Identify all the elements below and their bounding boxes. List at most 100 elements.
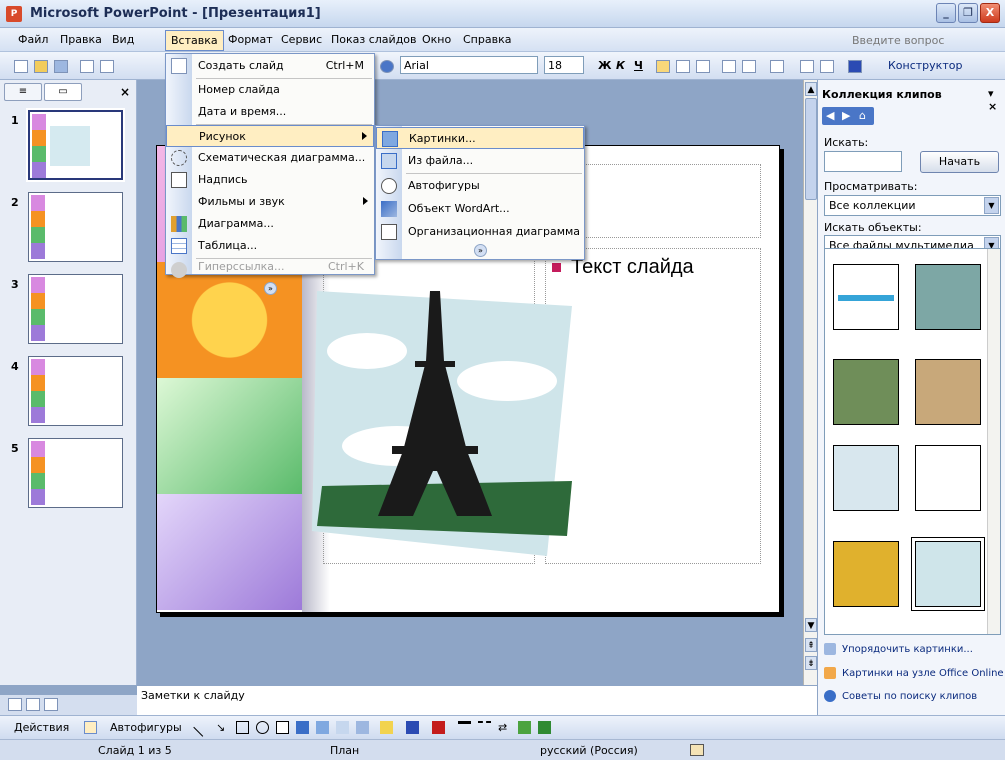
menu-item-new-slide[interactable]: Создать слайд Ctrl+M xyxy=(166,55,374,77)
clip-photographer-image[interactable] xyxy=(915,264,981,330)
normal-view-icon[interactable] xyxy=(8,698,22,711)
home-icon[interactable]: ⌂ xyxy=(859,109,866,122)
clip-eiffel-tower-image[interactable] xyxy=(915,541,981,607)
menu-item-picture[interactable]: Рисунок xyxy=(166,125,374,147)
arrow-style-icon[interactable]: ⇄ xyxy=(498,721,511,734)
task-pane-close-icon[interactable]: ▾ × xyxy=(988,87,1005,113)
chevron-down-icon[interactable]: ▼ xyxy=(984,197,999,214)
font-color-icon[interactable] xyxy=(848,60,862,73)
diagram-icon[interactable] xyxy=(316,721,329,734)
new-icon[interactable] xyxy=(14,60,28,73)
tab-slides[interactable]: ▭ xyxy=(44,83,82,101)
menu-item-date-time[interactable]: Дата и время... xyxy=(166,101,374,123)
font-color-icon[interactable] xyxy=(432,721,445,734)
shadow-icon[interactable] xyxy=(518,721,531,734)
slide-thumbnail-4[interactable] xyxy=(28,356,123,426)
clip-runner-image[interactable] xyxy=(833,445,899,511)
menu-item-movies-sounds[interactable]: Фильмы и звук xyxy=(166,191,374,213)
organize-clips-link[interactable]: Упорядочить картинки... xyxy=(824,643,973,655)
forward-icon[interactable]: ▶ xyxy=(842,109,850,122)
sorter-view-icon[interactable] xyxy=(26,698,40,711)
search-go-button[interactable]: Начать xyxy=(920,151,999,173)
eiffel-tower-clipart[interactable] xyxy=(307,271,597,556)
slide-thumbnail-3[interactable] xyxy=(28,274,123,344)
clipart-icon[interactable] xyxy=(336,721,349,734)
submenu-item-wordart[interactable]: Объект WordArt... xyxy=(376,198,584,220)
prev-slide-icon[interactable]: ⇞ xyxy=(805,638,817,652)
expand-submenu-icon[interactable]: » xyxy=(474,244,487,257)
back-icon[interactable]: ◀ xyxy=(826,109,834,122)
menu-format[interactable]: Формат xyxy=(228,33,273,46)
notes-pane[interactable]: Заметки к слайду xyxy=(137,685,817,715)
designer-button[interactable]: Конструктор xyxy=(888,59,962,72)
menu-help[interactable]: Справка xyxy=(463,33,511,46)
scroll-down-icon[interactable]: ▼ xyxy=(805,618,817,632)
slide-thumbnail-5[interactable] xyxy=(28,438,123,508)
actions-menu[interactable]: Действия xyxy=(14,721,69,734)
increase-font-icon[interactable] xyxy=(770,60,784,73)
bold-button[interactable]: Ж xyxy=(598,59,611,72)
clip-house-image[interactable] xyxy=(833,359,899,425)
menu-insert[interactable]: Вставка xyxy=(165,30,224,51)
3d-icon[interactable] xyxy=(538,721,551,734)
menu-slideshow[interactable]: Показ слайдов xyxy=(331,33,417,46)
preview-icon[interactable] xyxy=(100,60,114,73)
textbox-icon[interactable] xyxy=(276,721,289,734)
wordart-icon[interactable] xyxy=(296,721,309,734)
close-icon[interactable]: × xyxy=(120,85,130,99)
menu-edit[interactable]: Правка xyxy=(60,33,102,46)
increase-indent-icon[interactable] xyxy=(820,60,834,73)
menu-tools[interactable]: Сервис xyxy=(281,33,322,46)
align-right-icon[interactable] xyxy=(696,60,710,73)
menu-file[interactable]: Файл xyxy=(18,33,48,46)
select-arrow-icon[interactable] xyxy=(84,721,97,734)
autoshapes-menu[interactable]: Автофигуры xyxy=(110,721,182,734)
dash-style-icon[interactable] xyxy=(478,721,491,734)
scroll-up-icon[interactable]: ▲ xyxy=(805,82,817,96)
slide-scrollbar[interactable]: ▲ ▼ ⇞ ⇟ xyxy=(803,80,817,685)
picture-icon[interactable] xyxy=(356,721,369,734)
align-center-icon[interactable] xyxy=(676,60,690,73)
collections-select[interactable]: Все коллекции ▼ xyxy=(824,195,1001,216)
fill-color-icon[interactable] xyxy=(380,721,393,734)
menu-item-hyperlink[interactable]: Гиперссылка... Ctrl+K xyxy=(166,259,374,278)
align-left-icon[interactable] xyxy=(656,60,670,73)
menu-view[interactable]: Вид xyxy=(112,33,134,46)
line-icon[interactable] xyxy=(193,718,212,737)
oval-icon[interactable] xyxy=(256,721,269,734)
slide-thumbnail-2[interactable] xyxy=(28,192,123,262)
underline-button[interactable]: Ч xyxy=(634,59,643,72)
save-icon[interactable] xyxy=(54,60,68,73)
clip-church-image[interactable] xyxy=(915,359,981,425)
search-input[interactable] xyxy=(824,151,902,172)
slide-thumbnail-1[interactable] xyxy=(26,108,125,182)
restore-button[interactable]: ❐ xyxy=(958,3,978,23)
open-icon[interactable] xyxy=(34,60,48,73)
close-button[interactable]: X xyxy=(980,3,1000,23)
minimize-button[interactable]: _ xyxy=(936,3,956,23)
numbering-icon[interactable] xyxy=(722,60,736,73)
font-name-select[interactable]: Arial xyxy=(400,56,538,74)
ask-question-input[interactable]: Введите вопрос xyxy=(852,34,944,47)
italic-button[interactable]: К xyxy=(616,59,625,72)
font-size-select[interactable]: 18 xyxy=(544,56,584,74)
expand-menu-icon[interactable]: » xyxy=(264,282,277,295)
menu-window[interactable]: Окно xyxy=(422,33,451,46)
menu-item-chart[interactable]: Диаграмма... xyxy=(166,213,374,235)
menu-item-table[interactable]: Таблица... xyxy=(166,235,374,257)
menu-item-slide-number[interactable]: Номер слайда xyxy=(166,79,374,101)
submenu-item-org-chart[interactable]: Организационная диаграмма xyxy=(376,221,584,243)
arrow-icon[interactable]: ↘ xyxy=(216,721,229,734)
help-icon[interactable] xyxy=(380,60,394,73)
decrease-indent-icon[interactable] xyxy=(800,60,814,73)
submenu-item-from-file[interactable]: Из файла... xyxy=(376,150,584,172)
results-scrollbar[interactable] xyxy=(987,249,1000,634)
menu-item-textbox[interactable]: Надпись xyxy=(166,169,374,191)
bullets-icon[interactable] xyxy=(742,60,756,73)
line-color-icon[interactable] xyxy=(406,721,419,734)
submenu-item-clipart[interactable]: Картинки... xyxy=(376,127,584,149)
search-tips-link[interactable]: Советы по поиску клипов xyxy=(824,690,977,702)
rectangle-icon[interactable] xyxy=(236,721,249,734)
clip-border-image[interactable] xyxy=(833,264,899,330)
slideshow-view-icon[interactable] xyxy=(44,698,58,711)
